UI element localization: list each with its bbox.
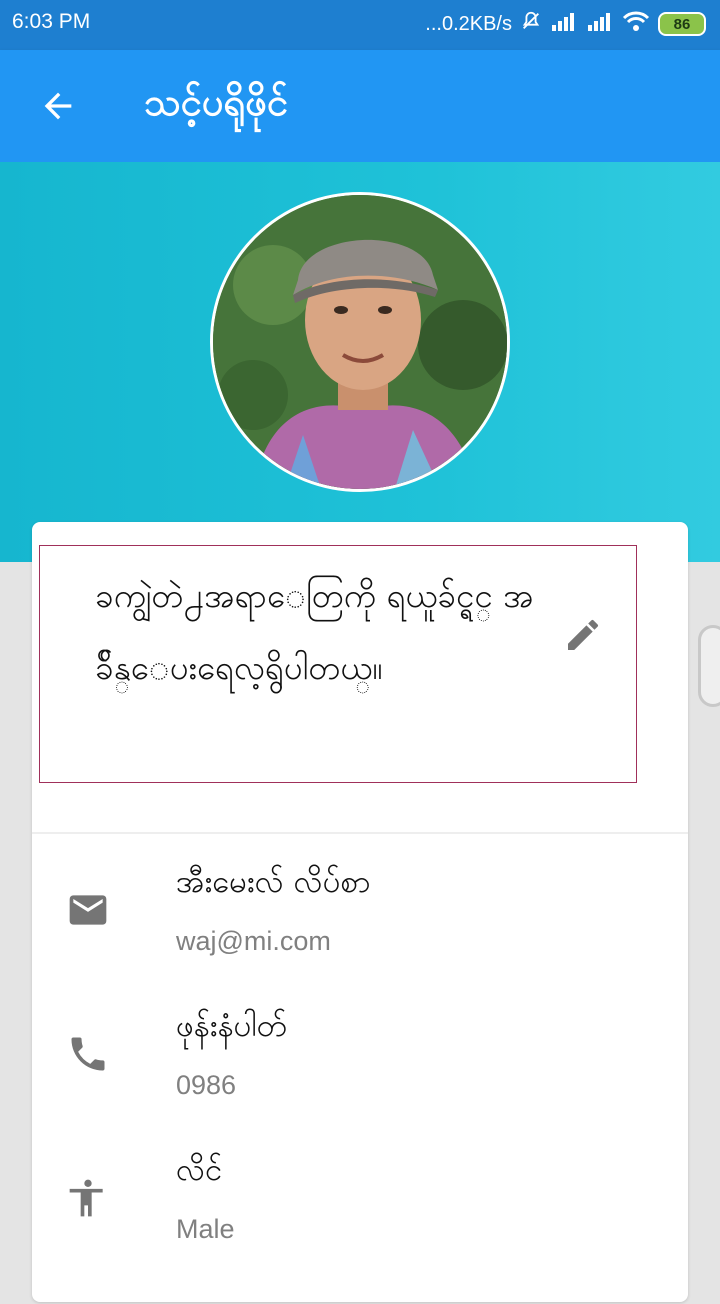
email-label: အီးမေးလ် လိပ်စာ: [176, 864, 371, 900]
person-icon: [64, 1174, 112, 1222]
bio-section: ခကျွဲတဲ႕အရာေတြကို ရယူခ်င္ရင္ အခ်ိန္ေပးရေ…: [39, 545, 637, 783]
phone-icon: [64, 1030, 112, 1078]
phone-row: ဖုန်းနံပါတ် 0986: [32, 1008, 688, 1160]
phone-value: 0986: [176, 1070, 237, 1100]
email-value: waj@mi.com: [176, 926, 331, 956]
status-icons: ...0.2KB/s 86: [425, 10, 706, 38]
email-row: အီးမေးလ် လိပ်စာ waj@mi.com: [32, 864, 688, 1016]
signal-icon: [550, 11, 578, 37]
gender-value: Male: [176, 1214, 235, 1244]
phone-label: ဖုန်းနံပါတ်: [176, 1008, 287, 1044]
back-button[interactable]: [30, 78, 86, 134]
divider: [32, 832, 688, 834]
pencil-icon: [568, 619, 599, 650]
network-speed: ...0.2KB/s: [425, 12, 512, 35]
page-title: သင့်ပရိုဖိုင်: [144, 80, 289, 124]
battery-icon: 86: [658, 12, 706, 36]
gender-label: လိင်: [176, 1152, 223, 1188]
bio-text: ခကျွဲတဲ႕အရာေတြကို ရယူခ်င္ရင္ အခ်ိန္ေပးရေ…: [95, 576, 534, 687]
avatar[interactable]: [210, 192, 510, 492]
wifi-icon: [622, 10, 650, 38]
scroll-handle[interactable]: [698, 625, 720, 707]
profile-card: ခကျွဲတဲ႕အရာေတြကို ရယူခ်င္ရင္ အခ်ိန္ေပးရေ…: [32, 522, 688, 1302]
arrow-back-icon: [44, 92, 72, 120]
gender-row: လိင် Male: [32, 1152, 688, 1304]
edit-button[interactable]: [560, 612, 606, 658]
email-icon: [64, 886, 112, 934]
mute-icon: [520, 10, 542, 38]
app-bar: သင့်ပရိုဖိုင်: [0, 50, 720, 162]
status-time: 6:03 PM: [12, 10, 91, 33]
signal-icon: [586, 11, 614, 37]
status-bar: 6:03 PM ...0.2KB/s 86: [0, 0, 720, 50]
